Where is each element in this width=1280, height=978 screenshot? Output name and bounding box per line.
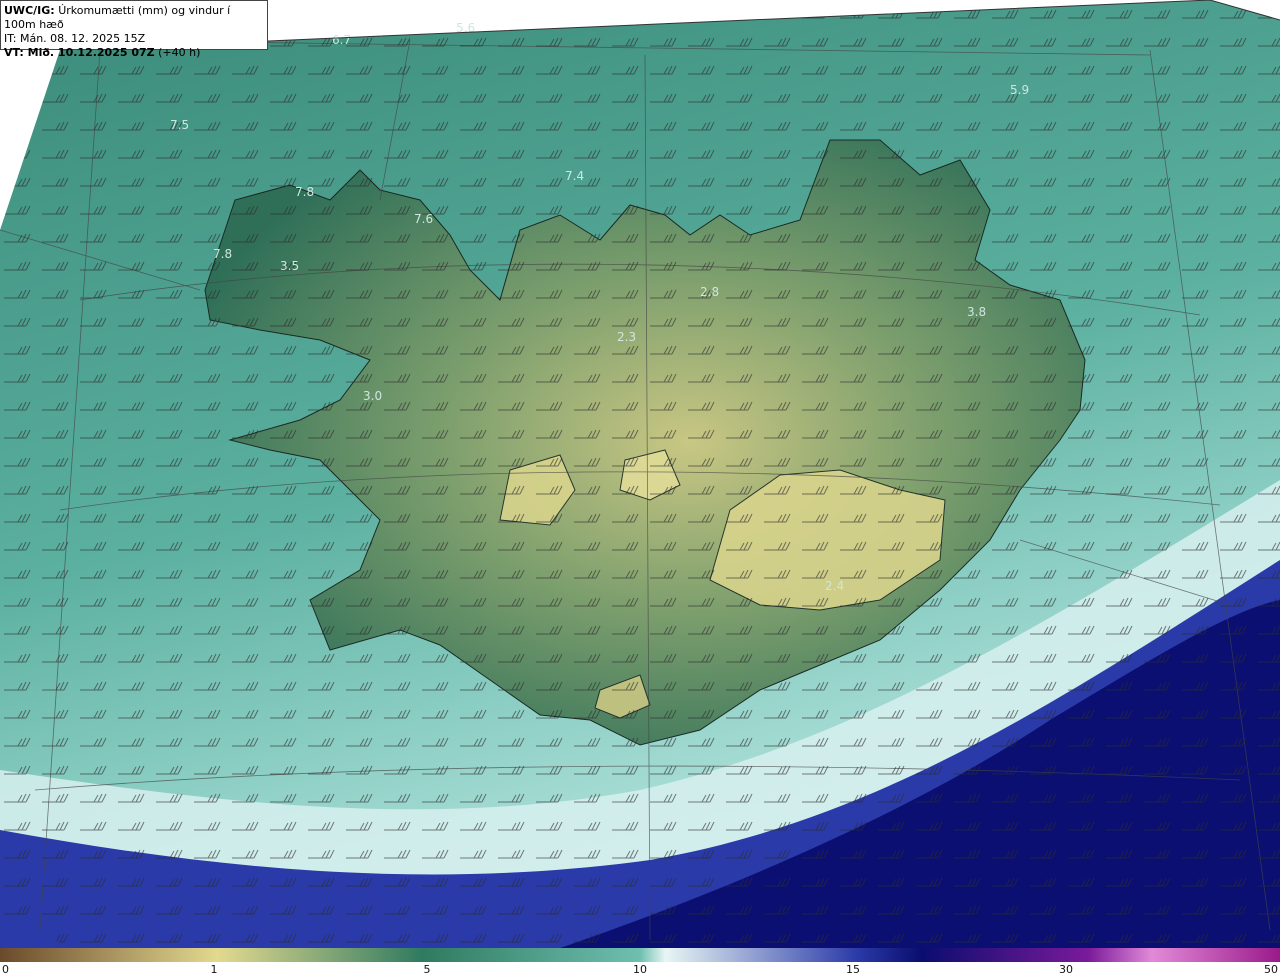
map-value-label: 3.8 xyxy=(967,305,986,319)
model-name: UWC/IG: xyxy=(4,4,55,17)
map-value-label: 7.5 xyxy=(170,118,189,132)
colorbar-tick-30: 30 xyxy=(1059,963,1073,976)
map-title-box: UWC/IG: Úrkomumætti (mm) og vindur í 100… xyxy=(0,0,268,59)
map-value-label: 5.9 xyxy=(1010,83,1029,97)
map-value-label: 7.8 xyxy=(295,185,314,199)
map-value-label: 7.8 xyxy=(213,247,232,261)
initial-time: IT: Mán. 08. 12. 2025 15Z xyxy=(4,32,146,45)
colorbar-tick-0: 0 xyxy=(2,963,9,976)
map-value-label: 3.0 xyxy=(363,389,382,403)
colorbar-tick-10: 10 xyxy=(633,963,647,976)
map-value-label: 2.4 xyxy=(825,579,844,593)
colorbar-tick-50: 50 xyxy=(1264,963,1278,976)
lead-time: (+40 h) xyxy=(158,46,201,59)
map-value-label: 2.3 xyxy=(617,330,636,344)
map-value-label: 6.7 xyxy=(332,33,351,47)
wind-barb-field xyxy=(0,0,1280,948)
map-value-label: 3.5 xyxy=(280,259,299,273)
map-value-label: 2.8 xyxy=(700,285,719,299)
colorbar-tick-15: 15 xyxy=(846,963,860,976)
valid-time: VT: Mið. 10.12.2025 07Z xyxy=(4,46,155,59)
map-value-label: 7.4 xyxy=(565,169,584,183)
precipitation-map: 5.6 6.7 5.9 7.5 7.4 7.8 7.6 7.8 3.5 2.8 … xyxy=(0,0,1280,948)
map-value-label: 7.6 xyxy=(414,212,433,226)
colorbar-tick-5: 5 xyxy=(423,963,431,976)
colorbar xyxy=(0,948,1280,962)
colorbar-tick-1: 1 xyxy=(210,963,218,976)
